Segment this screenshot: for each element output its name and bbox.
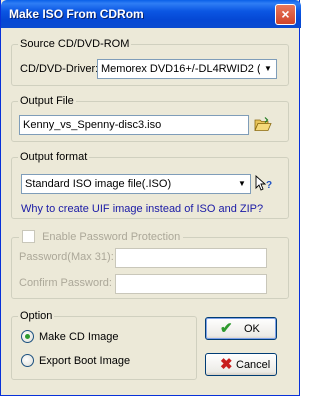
chevron-down-icon: ▼ (260, 60, 276, 78)
enable-password-checkbox-wrap[interactable]: Enable Password Protection (19, 230, 184, 246)
driver-select-value: Memorex DVD16+/-DL4RWID2 ( (101, 63, 261, 75)
make-cd-image-radio[interactable] (21, 330, 34, 343)
format-select[interactable]: Standard ISO image file(.ISO) ▼ (21, 174, 251, 194)
confirm-password-label: Confirm Password: (19, 277, 112, 289)
output-path-input[interactable]: Kenny_vs_Spenny-disc3.iso (19, 115, 249, 135)
title-bar[interactable]: Make ISO From CDRom × (1, 0, 301, 28)
window-title: Make ISO From CDRom (9, 7, 144, 21)
confirm-password-input[interactable] (115, 274, 267, 294)
cancel-button-label: Cancel (236, 359, 271, 371)
option-group: Option (11, 310, 197, 380)
enable-password-label: Enable Password Protection (42, 230, 181, 243)
output-path-value: Kenny_vs_Spenny-disc3.iso (23, 119, 162, 131)
password-input[interactable] (115, 248, 267, 268)
dialog-window: Make ISO From CDRom × Source CD/DVD-ROM … (0, 0, 301, 396)
uif-help-link[interactable]: Why to create UIF image instead of ISO a… (21, 203, 263, 215)
ok-button[interactable]: ✔ OK (205, 317, 277, 340)
password-label: Password(Max 31): (19, 251, 114, 263)
output-file-group-label: Output File (18, 95, 76, 107)
output-format-group-label: Output format (18, 151, 90, 163)
ok-button-label: OK (244, 323, 260, 335)
make-cd-image-label[interactable]: Make CD Image (39, 331, 118, 343)
check-icon: ✔ (220, 320, 233, 337)
export-boot-image-radio[interactable] (21, 354, 34, 367)
export-boot-image-label[interactable]: Export Boot Image (39, 355, 130, 367)
close-icon: × (281, 6, 290, 22)
driver-select[interactable]: Memorex DVD16+/-DL4RWID2 ( ▼ (97, 59, 277, 79)
driver-label: CD/DVD-Driver: (20, 63, 99, 75)
chevron-down-icon: ▼ (234, 175, 250, 193)
x-icon: ✖ (220, 356, 233, 373)
help-pointer-icon[interactable]: ? (255, 174, 273, 193)
format-select-value: Standard ISO image file(.ISO) (25, 178, 172, 190)
folder-open-icon[interactable] (254, 116, 272, 132)
option-group-label: Option (18, 310, 55, 322)
close-button[interactable]: × (275, 4, 296, 25)
cancel-button[interactable]: ✖ Cancel (205, 353, 277, 376)
source-group-label: Source CD/DVD-ROM (18, 38, 132, 50)
svg-text:?: ? (266, 180, 272, 191)
enable-password-checkbox[interactable] (22, 230, 35, 243)
